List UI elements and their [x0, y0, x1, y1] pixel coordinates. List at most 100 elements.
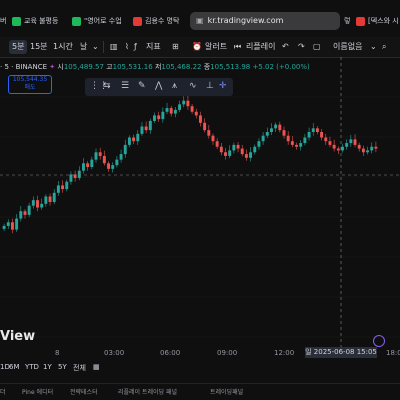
interval-5m-button[interactable]: 5분 — [9, 40, 28, 54]
tab-screener[interactable]: 더 — [0, 387, 6, 396]
forecast-icon[interactable]: ∿ — [189, 81, 197, 91]
tradingview-watermark: View — [0, 329, 36, 344]
candle-body — [56, 185, 60, 193]
tab-partial-left[interactable]: 버 — [0, 12, 6, 30]
fib-icon[interactable]: ☰ — [121, 81, 129, 91]
candle-body — [303, 137, 307, 144]
candle-body — [10, 222, 14, 230]
symbol-name[interactable]: · 5 · BINANCE — [0, 63, 47, 71]
time-tick: 06:00 — [160, 349, 181, 357]
crosshair-icon[interactable]: ✛ — [219, 81, 227, 91]
candle-body — [270, 128, 273, 132]
layout-icon[interactable]: ▢ — [313, 40, 321, 54]
candle-body — [244, 154, 248, 158]
candle-body — [140, 126, 144, 134]
alert-button[interactable]: 알러트 — [205, 40, 227, 54]
candle-body — [299, 143, 303, 147]
candle-body — [132, 137, 136, 142]
candle-body — [6, 222, 10, 226]
candle-body — [165, 108, 169, 112]
trendline-icon[interactable]: ⇆ — [103, 81, 111, 91]
interval-15m-button[interactable]: 15분 — [30, 40, 48, 54]
candle-body — [61, 185, 65, 190]
indicators-button[interactable]: 지표 — [146, 40, 161, 54]
candle-body — [65, 181, 69, 190]
candle-body — [249, 152, 253, 158]
measure-icon[interactable]: ⊥ — [206, 81, 214, 91]
range-ytd-button[interactable]: YTD — [25, 363, 39, 371]
chevron-down-icon[interactable]: ⌄ — [92, 40, 99, 54]
candle-body — [224, 152, 227, 156]
interval-1h-button[interactable]: 1시간 — [53, 40, 73, 54]
range-1y-button[interactable]: 1Y — [43, 363, 52, 371]
candle-body — [31, 200, 35, 206]
candle-body — [265, 132, 269, 136]
tab-dex[interactable]: [덱스와 시 — [356, 12, 400, 30]
templates-icon[interactable]: ⊞ — [172, 40, 179, 54]
candle-type-icon[interactable]: ▥ — [110, 40, 118, 54]
candle-body — [44, 196, 48, 204]
tab-english-class[interactable]: "영어로 수업 — [72, 12, 128, 30]
candle-body — [374, 146, 378, 149]
candle-body — [261, 135, 265, 142]
range-all-button[interactable]: 전체 — [73, 363, 86, 373]
alert-icon[interactable]: ⏰ — [192, 40, 202, 54]
calendar-icon[interactable]: ▦ — [93, 363, 100, 371]
search-icon[interactable]: ⌕ — [382, 40, 386, 54]
candle-body — [282, 130, 286, 136]
candle-body — [115, 159, 119, 166]
address-bar[interactable]: ▣ kr.tradingview.com — [190, 12, 340, 30]
price-chart[interactable] — [0, 57, 400, 357]
candle-body — [349, 139, 353, 144]
tab-kim-yongsu[interactable]: 김용수 명탁 — [133, 12, 187, 30]
time-tick: 09:00 — [217, 349, 238, 357]
symbol-legend: · 5 · BINANCE ✦ 시105,489.57 고105,531.16 … — [0, 63, 310, 71]
candle-body — [94, 152, 98, 160]
candle-body — [119, 154, 123, 160]
tab-education[interactable]: 교육 불평등 — [12, 12, 64, 30]
candle-body — [203, 122, 207, 131]
candle-body — [52, 192, 56, 202]
candle-body — [194, 111, 198, 116]
indicators-icon[interactable]: ƒ — [134, 40, 137, 54]
replay-icon[interactable]: ⏮ — [234, 40, 241, 54]
candle-body — [69, 174, 73, 182]
candle-body — [324, 137, 328, 142]
candle-body — [82, 163, 85, 171]
pattern-icon[interactable]: ⋀ — [155, 81, 162, 91]
chart-style-icon[interactable]: ⌇ — [125, 40, 129, 54]
candle-body — [307, 132, 311, 138]
replay-button[interactable]: 리플레이 — [246, 40, 275, 54]
layout-name-button[interactable]: 이름없음 — [333, 40, 362, 54]
tab-pine-editor[interactable]: Pine 에디터 — [22, 387, 53, 396]
undo-icon[interactable]: ↶ — [282, 40, 289, 54]
candle-body — [169, 108, 173, 114]
crosshair-date-label: 일 2025-06-08 15:05 — [305, 347, 377, 358]
sell-price-box[interactable]: 105,544.35 매도 — [8, 75, 52, 94]
more-intervals-button[interactable]: 날 — [80, 40, 87, 54]
tab-strategy-tester[interactable]: 전략테스터 — [70, 387, 98, 396]
candle-body — [211, 135, 215, 142]
range-5y-button[interactable]: 5Y — [58, 363, 67, 371]
candle-body — [286, 135, 290, 142]
wave-icon[interactable]: ⩚ — [172, 81, 177, 91]
chevron-down-icon[interactable]: ⌄ — [370, 40, 377, 54]
time-tick: 03:00 — [104, 349, 125, 357]
candle-body — [153, 115, 156, 121]
time-tick: 12:00 — [274, 349, 295, 357]
youtube-icon — [133, 16, 142, 26]
candle-body — [27, 205, 31, 215]
brush-icon[interactable]: ✎ — [138, 81, 146, 91]
candle-body — [182, 100, 186, 105]
candle-body — [190, 106, 194, 112]
range-6m-button[interactable]: 6M — [9, 363, 20, 371]
tab-partial-right[interactable]: 렇 — [344, 12, 350, 30]
candle-body — [207, 130, 211, 136]
candle-body — [161, 111, 165, 120]
ring-icon[interactable] — [373, 335, 385, 347]
tab-replay-trading[interactable]: 리플레이 트레이딩 패널 — [118, 387, 177, 396]
tab-trading-panel[interactable]: 트레이딩패널 — [210, 387, 243, 396]
candle-body — [107, 163, 110, 169]
candle-body — [2, 225, 6, 229]
redo-icon[interactable]: ↷ — [298, 40, 305, 54]
